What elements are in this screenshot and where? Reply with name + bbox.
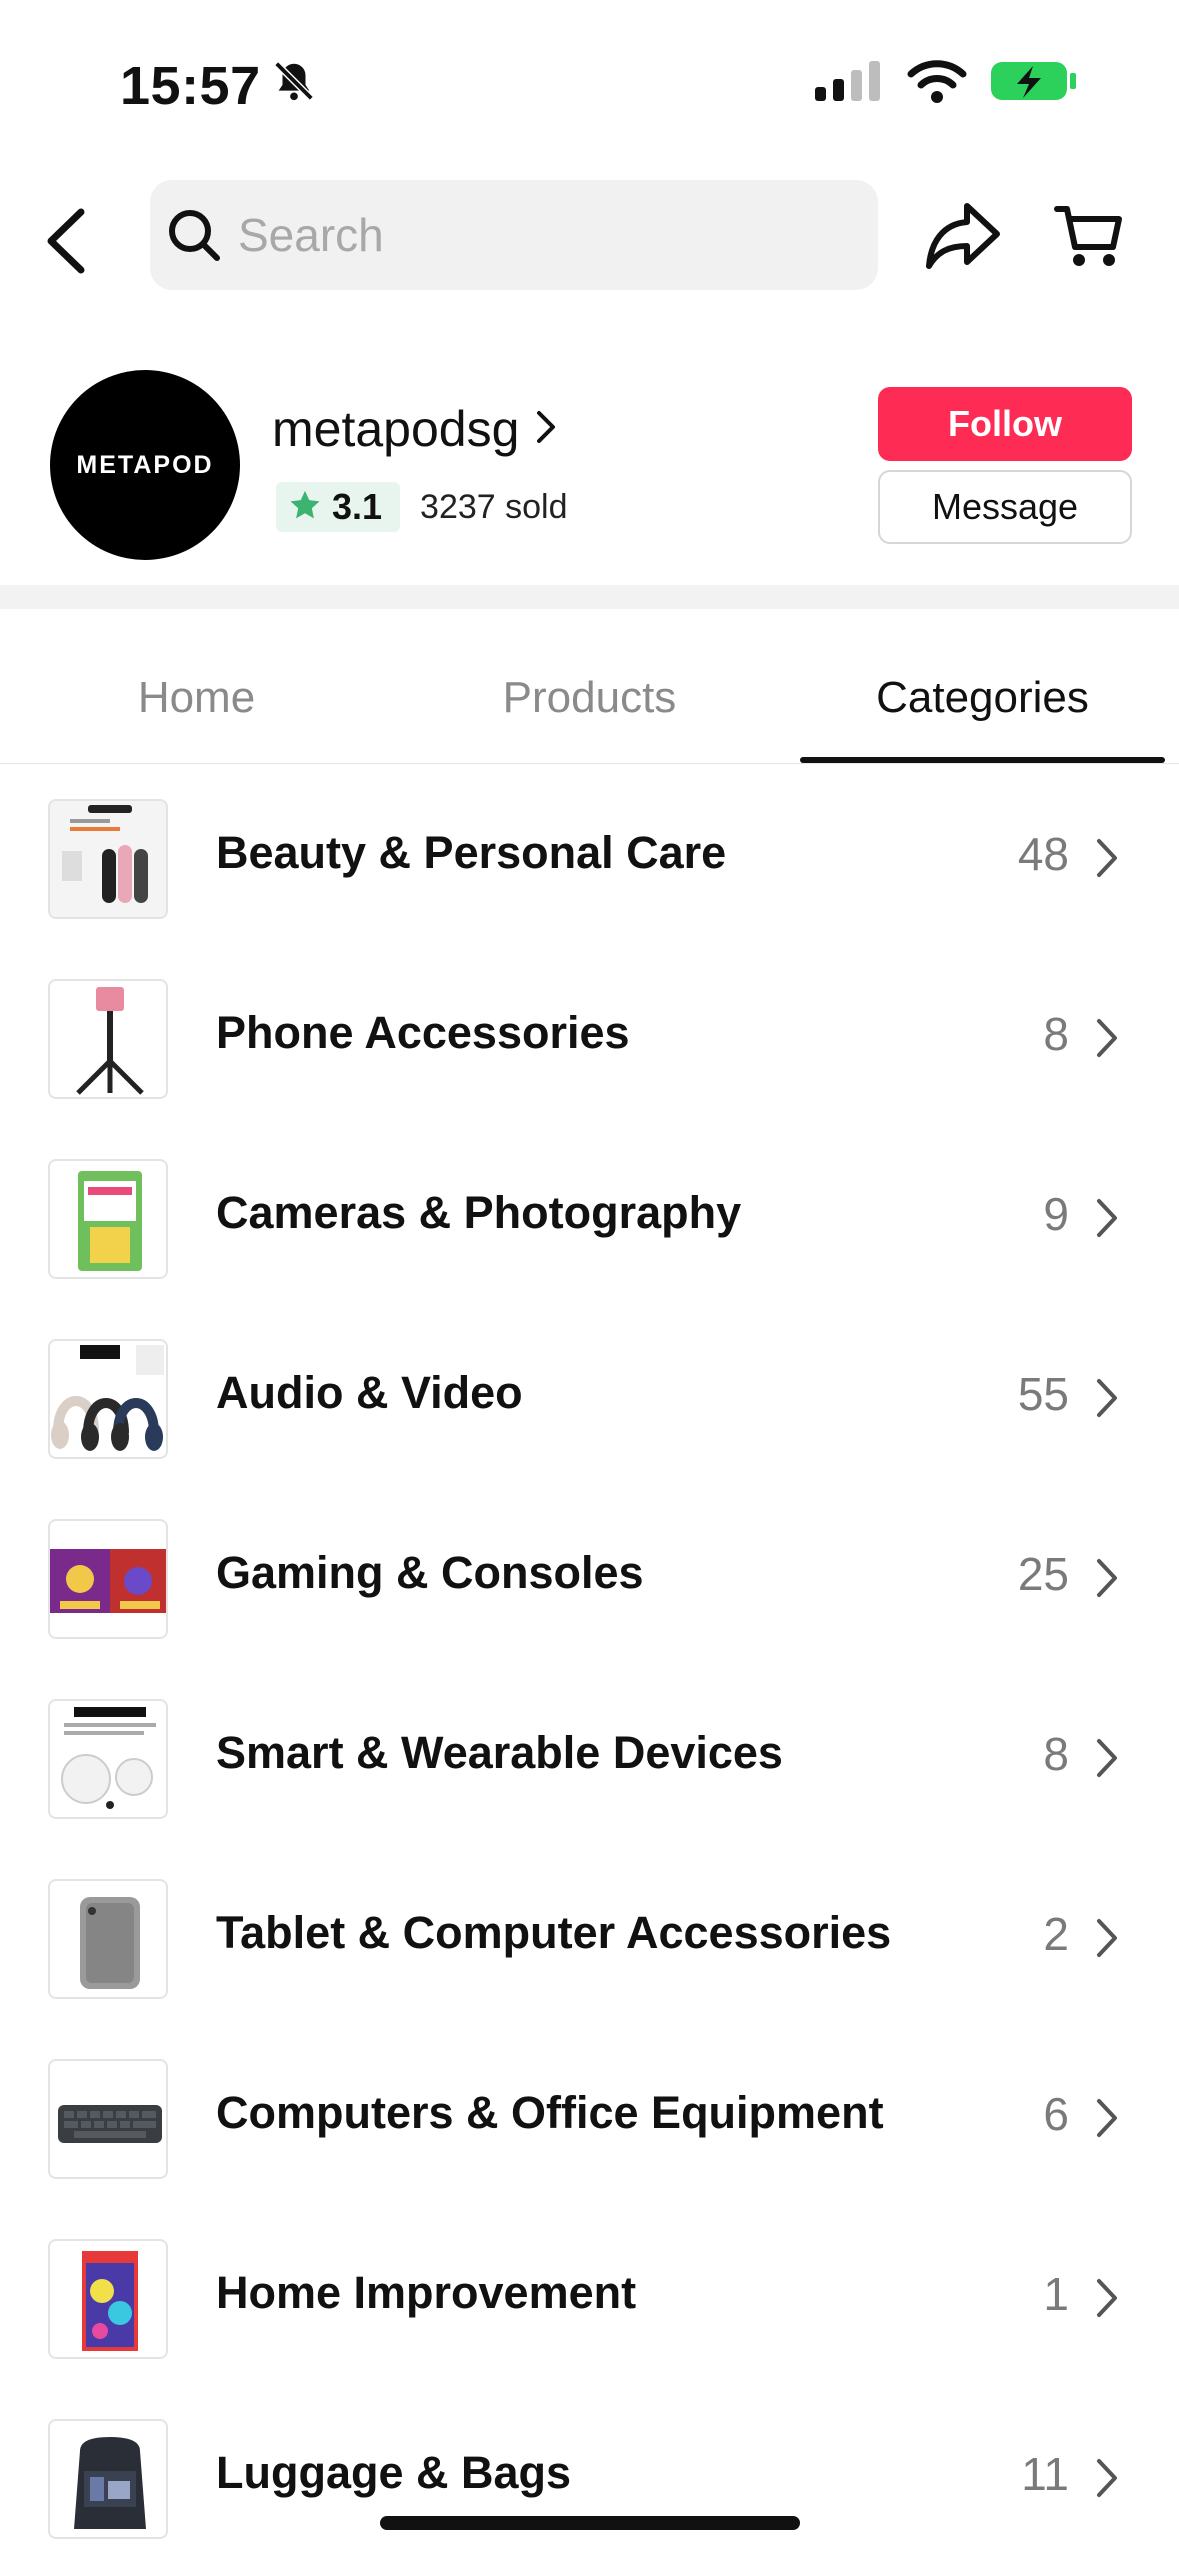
signal-icon: [813, 59, 885, 103]
shop-avatar[interactable]: METAPOD: [50, 370, 240, 560]
chevron-right-icon[interactable]: [1077, 1359, 1137, 1437]
category-row[interactable]: Phone Accessories 8: [0, 955, 1179, 1135]
chevron-right-icon[interactable]: [1077, 999, 1137, 1077]
chevron-left-icon: [43, 206, 89, 281]
rating-value: 3.1: [332, 486, 383, 527]
star-icon: [288, 488, 322, 527]
category-row[interactable]: Gaming & Consoles 25: [0, 1495, 1179, 1675]
search-bar[interactable]: Search: [150, 180, 878, 290]
category-thumbnail: [48, 2419, 168, 2539]
home-indicator[interactable]: [380, 2516, 800, 2530]
category-row[interactable]: Smart & Wearable Devices 8: [0, 1675, 1179, 1855]
shop-header: METAPOD metapodsg 3.1 3237 sold Follow M…: [0, 360, 1179, 580]
tab-products[interactable]: Products: [393, 632, 786, 763]
chevron-right-icon: [535, 409, 557, 450]
tab-categories[interactable]: Categories: [786, 632, 1179, 763]
battery-charging-icon: [989, 58, 1079, 104]
category-count: 8: [1043, 1008, 1069, 1060]
category-name[interactable]: Phone Accessories: [216, 1007, 630, 1059]
category-count: 1: [1043, 2268, 1069, 2320]
category-thumbnail: [48, 1159, 168, 1279]
chevron-right-icon[interactable]: [1077, 819, 1137, 897]
back-button[interactable]: [28, 198, 104, 288]
sold-count: 3237 sold: [420, 487, 568, 526]
category-row[interactable]: Tablet & Computer Accessories 2: [0, 1855, 1179, 2035]
category-count: 6: [1043, 2088, 1069, 2140]
chevron-right-icon[interactable]: [1077, 1719, 1137, 1797]
category-thumbnail: [48, 2059, 168, 2179]
chevron-right-icon[interactable]: [1077, 1179, 1137, 1257]
search-input[interactable]: Search: [238, 208, 384, 262]
chevron-right-icon[interactable]: [1077, 2259, 1137, 2337]
chevron-right-icon[interactable]: [1077, 2439, 1137, 2517]
shopping-cart-icon: [1053, 203, 1123, 274]
tab-home[interactable]: Home: [0, 632, 393, 763]
shop-stats: 3.1 3237 sold: [276, 482, 568, 532]
category-count: 25: [1017, 1548, 1069, 1600]
category-name[interactable]: Audio & Video: [216, 1367, 523, 1419]
chevron-right-icon[interactable]: [1077, 2079, 1137, 2157]
chevron-right-icon[interactable]: [1077, 1899, 1137, 1977]
category-count: 48: [1017, 828, 1069, 880]
status-time-text: 15:57: [120, 56, 261, 116]
category-row[interactable]: Audio & Video 55: [0, 1315, 1179, 1495]
category-name[interactable]: Tablet & Computer Accessories: [216, 1907, 891, 1959]
category-thumbnail: [48, 799, 168, 919]
category-count: 55: [1017, 1368, 1069, 1420]
shop-name-link[interactable]: metapodsg: [272, 400, 557, 458]
category-name[interactable]: Luggage & Bags: [216, 2447, 571, 2499]
category-row[interactable]: Home Improvement 1: [0, 2215, 1179, 2395]
cart-button[interactable]: [1036, 176, 1140, 300]
category-name[interactable]: Computers & Office Equipment: [216, 2087, 884, 2139]
category-count: 11: [1021, 2448, 1069, 2500]
category-count: 2: [1043, 1908, 1069, 1960]
category-count: 8: [1043, 1728, 1069, 1780]
category-name[interactable]: Gaming & Consoles: [216, 1547, 644, 1599]
share-arrow-icon: [923, 200, 1003, 277]
category-row[interactable]: Beauty & Personal Care 48: [0, 775, 1179, 955]
category-row[interactable]: Computers & Office Equipment 6: [0, 2035, 1179, 2215]
search-icon[interactable]: [164, 205, 224, 265]
section-divider: [0, 585, 1179, 609]
top-nav: Search: [0, 170, 1179, 310]
chevron-right-icon[interactable]: [1077, 1539, 1137, 1617]
category-name[interactable]: Cameras & Photography: [216, 1187, 741, 1239]
category-row[interactable]: Cameras & Photography 9: [0, 1135, 1179, 1315]
category-row[interactable]: Luggage & Bags 11: [0, 2395, 1179, 2556]
category-name[interactable]: Smart & Wearable Devices: [216, 1727, 783, 1779]
category-thumbnail: [48, 2239, 168, 2359]
status-time: 15:57: [120, 55, 317, 117]
rating-badge: 3.1: [276, 482, 401, 532]
wifi-icon: [907, 58, 967, 104]
follow-button[interactable]: Follow: [878, 387, 1132, 461]
share-button[interactable]: [908, 176, 1018, 300]
category-count: 9: [1043, 1188, 1069, 1240]
shop-tabs: Home Products Categories: [0, 632, 1179, 764]
shop-logo-text: METAPOD: [76, 450, 214, 479]
category-thumbnail: [48, 1879, 168, 1999]
bell-slash-icon: [271, 55, 317, 117]
category-list: Beauty & Personal Care 48 Phone Accessor…: [0, 775, 1179, 2556]
category-thumbnail: [48, 979, 168, 1099]
category-thumbnail: [48, 1519, 168, 1639]
category-thumbnail: [48, 1699, 168, 1819]
category-name[interactable]: Home Improvement: [216, 2267, 636, 2319]
category-thumbnail: [48, 1339, 168, 1459]
category-name[interactable]: Beauty & Personal Care: [216, 827, 726, 879]
status-bar: 15:57: [0, 0, 1179, 150]
shop-name: metapodsg: [272, 401, 520, 457]
message-button[interactable]: Message: [878, 470, 1132, 544]
